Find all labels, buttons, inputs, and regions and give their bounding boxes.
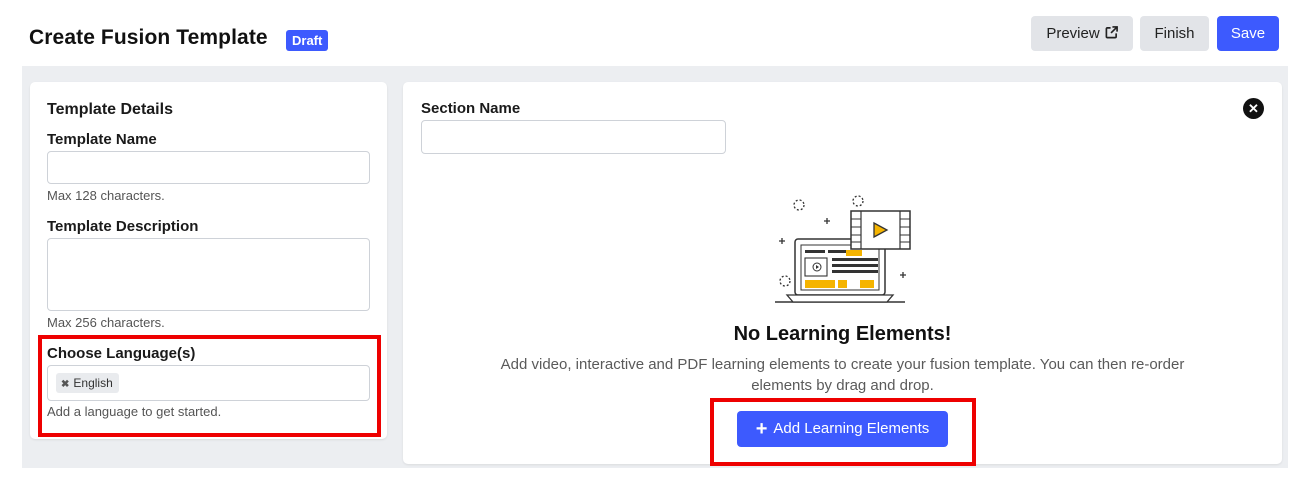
no-elements-illustration	[775, 195, 911, 303]
page-title: Create Fusion Template	[29, 26, 268, 49]
add-button-highlight-box	[710, 398, 976, 466]
empty-state-description: Add video, interactive and PDF learning …	[500, 356, 1185, 394]
section-name-label: Section Name	[421, 100, 521, 117]
empty-state-title: No Learning Elements!	[733, 323, 952, 345]
template-name-help: Max 128 characters.	[47, 188, 165, 203]
save-button[interactable]: Save	[1217, 16, 1279, 51]
preview-button-label: Preview	[1046, 25, 1100, 42]
template-name-label: Template Name	[47, 131, 157, 148]
external-link-icon	[1105, 26, 1118, 39]
language-highlight-box	[38, 335, 381, 437]
sparkle-icon	[852, 195, 864, 207]
template-description-label: Template Description	[47, 218, 199, 235]
page-header: Create Fusion Template Draft Preview Fin…	[0, 0, 1314, 66]
preview-button[interactable]: Preview	[1031, 16, 1133, 51]
close-icon[interactable]: ✕	[1243, 98, 1264, 119]
template-description-help: Max 256 characters.	[47, 315, 165, 330]
section-name-input[interactable]	[421, 120, 726, 154]
sparkle-icon	[779, 275, 791, 287]
template-name-input[interactable]	[47, 151, 370, 184]
status-badge: Draft	[286, 30, 329, 51]
template-details-heading: Template Details	[47, 101, 173, 118]
template-description-field[interactable]	[47, 238, 370, 311]
finish-button[interactable]: Finish	[1140, 16, 1209, 51]
sparkle-icon	[793, 199, 805, 211]
